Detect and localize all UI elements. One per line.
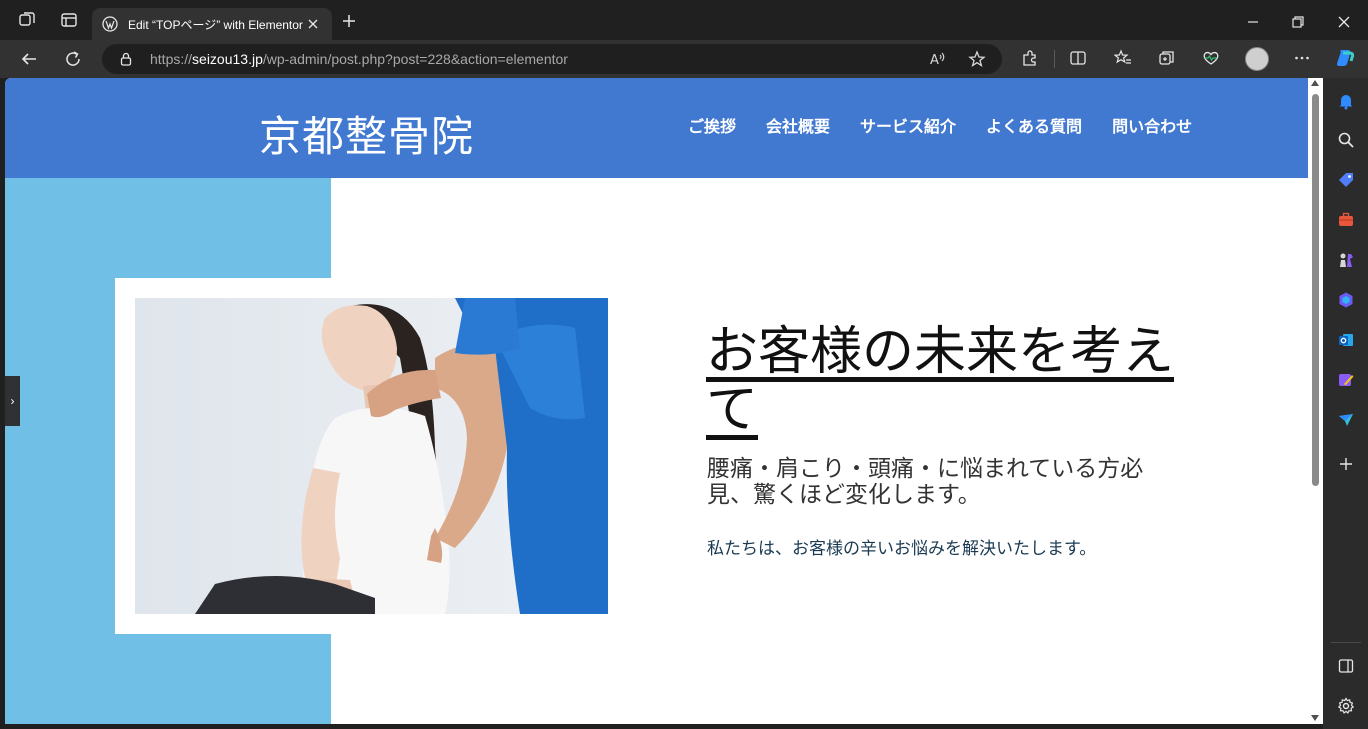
browser-window: Edit “TOPページ” with Elementor https://sei…	[0, 0, 1368, 729]
tab-strip: Edit “TOPページ” with Elementor	[0, 0, 1368, 40]
wordpress-icon	[102, 16, 118, 32]
star-icon[interactable]	[965, 47, 989, 71]
favorites-icon[interactable]	[1111, 46, 1135, 70]
site-nav: ご挨拶 会社概要 サービス紹介 よくある質問 問い合わせ	[688, 113, 1192, 137]
back-arrow-icon[interactable]	[16, 46, 42, 72]
restore-icon[interactable]	[1286, 10, 1310, 34]
puzzle-icon[interactable]	[1018, 46, 1042, 70]
chess-icon[interactable]	[1335, 249, 1357, 271]
search-icon[interactable]	[1335, 129, 1357, 151]
nav-company[interactable]: 会社概要	[766, 113, 830, 137]
send-icon[interactable]	[1335, 409, 1357, 431]
heart-pulse-icon[interactable]	[1199, 46, 1223, 70]
tab-active[interactable]: Edit “TOPページ” with Elementor	[92, 8, 332, 40]
copilot-app-icon[interactable]	[1335, 289, 1357, 311]
address-bar[interactable]: https://seizou13.jp/wp-admin/post.php?po…	[102, 44, 1002, 74]
scroll-thumb[interactable]	[1312, 94, 1319, 486]
close-icon[interactable]	[1332, 10, 1356, 34]
copilot-icon[interactable]	[1333, 46, 1357, 70]
tab-close-icon[interactable]	[304, 15, 322, 33]
nav-greeting[interactable]: ご挨拶	[688, 113, 736, 137]
lock-icon[interactable]	[118, 51, 134, 67]
tag-icon[interactable]	[1335, 169, 1357, 191]
scroll-up-arrow[interactable]	[1311, 80, 1319, 86]
nav-contact[interactable]: 問い合わせ	[1112, 113, 1192, 137]
collections-icon[interactable]	[1155, 46, 1179, 70]
site-logo[interactable]: 京都整骨院	[259, 103, 474, 164]
sidebar-toggle-icon[interactable]	[1335, 655, 1357, 677]
hero-title[interactable]: お客様の未来を考えて	[706, 323, 1176, 439]
outlook-icon[interactable]	[1335, 329, 1357, 351]
scroll-down-arrow[interactable]	[1311, 715, 1319, 721]
toolbar: https://seizou13.jp/wp-admin/post.php?po…	[0, 40, 1368, 78]
nav-faq[interactable]: よくある質問	[986, 113, 1082, 137]
workspaces-icon[interactable]	[15, 8, 39, 32]
sidebar-divider	[1331, 642, 1361, 643]
tab-actions-icon[interactable]	[57, 8, 81, 32]
more-icon[interactable]	[1290, 46, 1314, 70]
scrollbar[interactable]	[1308, 78, 1323, 724]
hero-text[interactable]: 私たちは、お客様の辛いお悩みを解決いたします。	[707, 534, 1096, 559]
hero-photo[interactable]	[135, 298, 608, 614]
browser-sidebar	[1323, 78, 1368, 729]
site-header: 京都整骨院 ご挨拶 会社概要 サービス紹介 よくある質問 問い合わせ	[5, 78, 1308, 178]
svg-text:A: A	[930, 53, 939, 68]
profile-avatar[interactable]	[1245, 47, 1269, 71]
refresh-icon[interactable]	[60, 46, 86, 72]
designer-icon[interactable]	[1335, 369, 1357, 391]
hero-subtitle[interactable]: 腰痛・肩こり・頭痛・に悩まれている方必見、驚くほど変化します。	[707, 456, 1187, 508]
tab-title: Edit “TOPページ” with Elementor	[128, 17, 303, 32]
plus-icon[interactable]	[338, 10, 360, 32]
settings-icon[interactable]	[1335, 695, 1357, 717]
briefcase-icon[interactable]	[1335, 209, 1357, 231]
toolbar-separator	[1054, 50, 1055, 68]
nav-services[interactable]: サービス紹介	[860, 113, 956, 137]
read-aloud-icon[interactable]: A	[925, 47, 949, 71]
add-icon[interactable]	[1335, 453, 1357, 475]
editor-panel-toggle[interactable]: ›	[5, 376, 20, 426]
page-viewport: 京都整骨院 ご挨拶 会社概要 サービス紹介 よくある質問 問い合わせ › お客様…	[5, 78, 1323, 724]
split-screen-icon[interactable]	[1066, 46, 1090, 70]
url-text: https://seizou13.jp/wp-admin/post.php?po…	[150, 51, 568, 67]
minimize-icon[interactable]	[1241, 10, 1265, 34]
bell-icon[interactable]	[1335, 90, 1357, 112]
